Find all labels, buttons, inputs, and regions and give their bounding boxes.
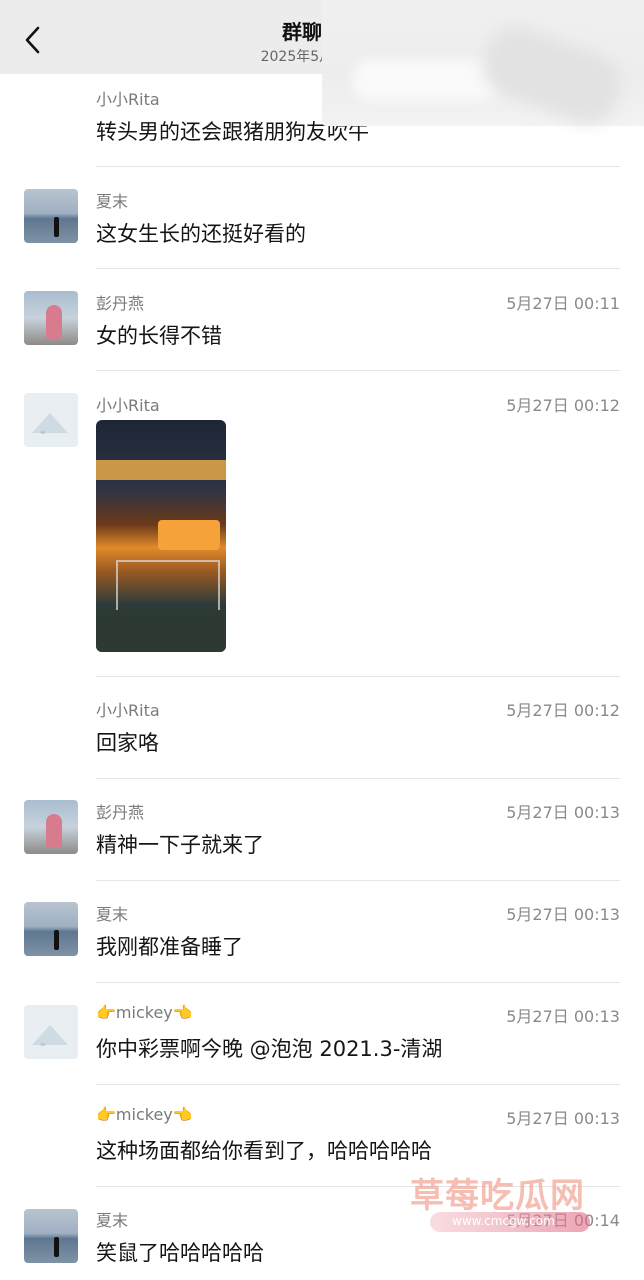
chevron-left-icon xyxy=(25,26,40,54)
watermark-brand: 草莓吃瓜网 xyxy=(410,1176,585,1216)
avatar[interactable] xyxy=(24,1209,78,1263)
back-button[interactable] xyxy=(22,24,44,56)
watermark-url: www.cmcgw.com xyxy=(452,1214,555,1228)
message-item[interactable]: 夏末 5月27日 00:14 笑鼠了哈哈哈哈哈 xyxy=(0,0,644,1280)
redaction-overlay xyxy=(322,0,644,132)
sender-name: 夏末 xyxy=(96,1211,129,1230)
message-text: 笑鼠了哈哈哈哈哈 xyxy=(96,1241,264,1265)
